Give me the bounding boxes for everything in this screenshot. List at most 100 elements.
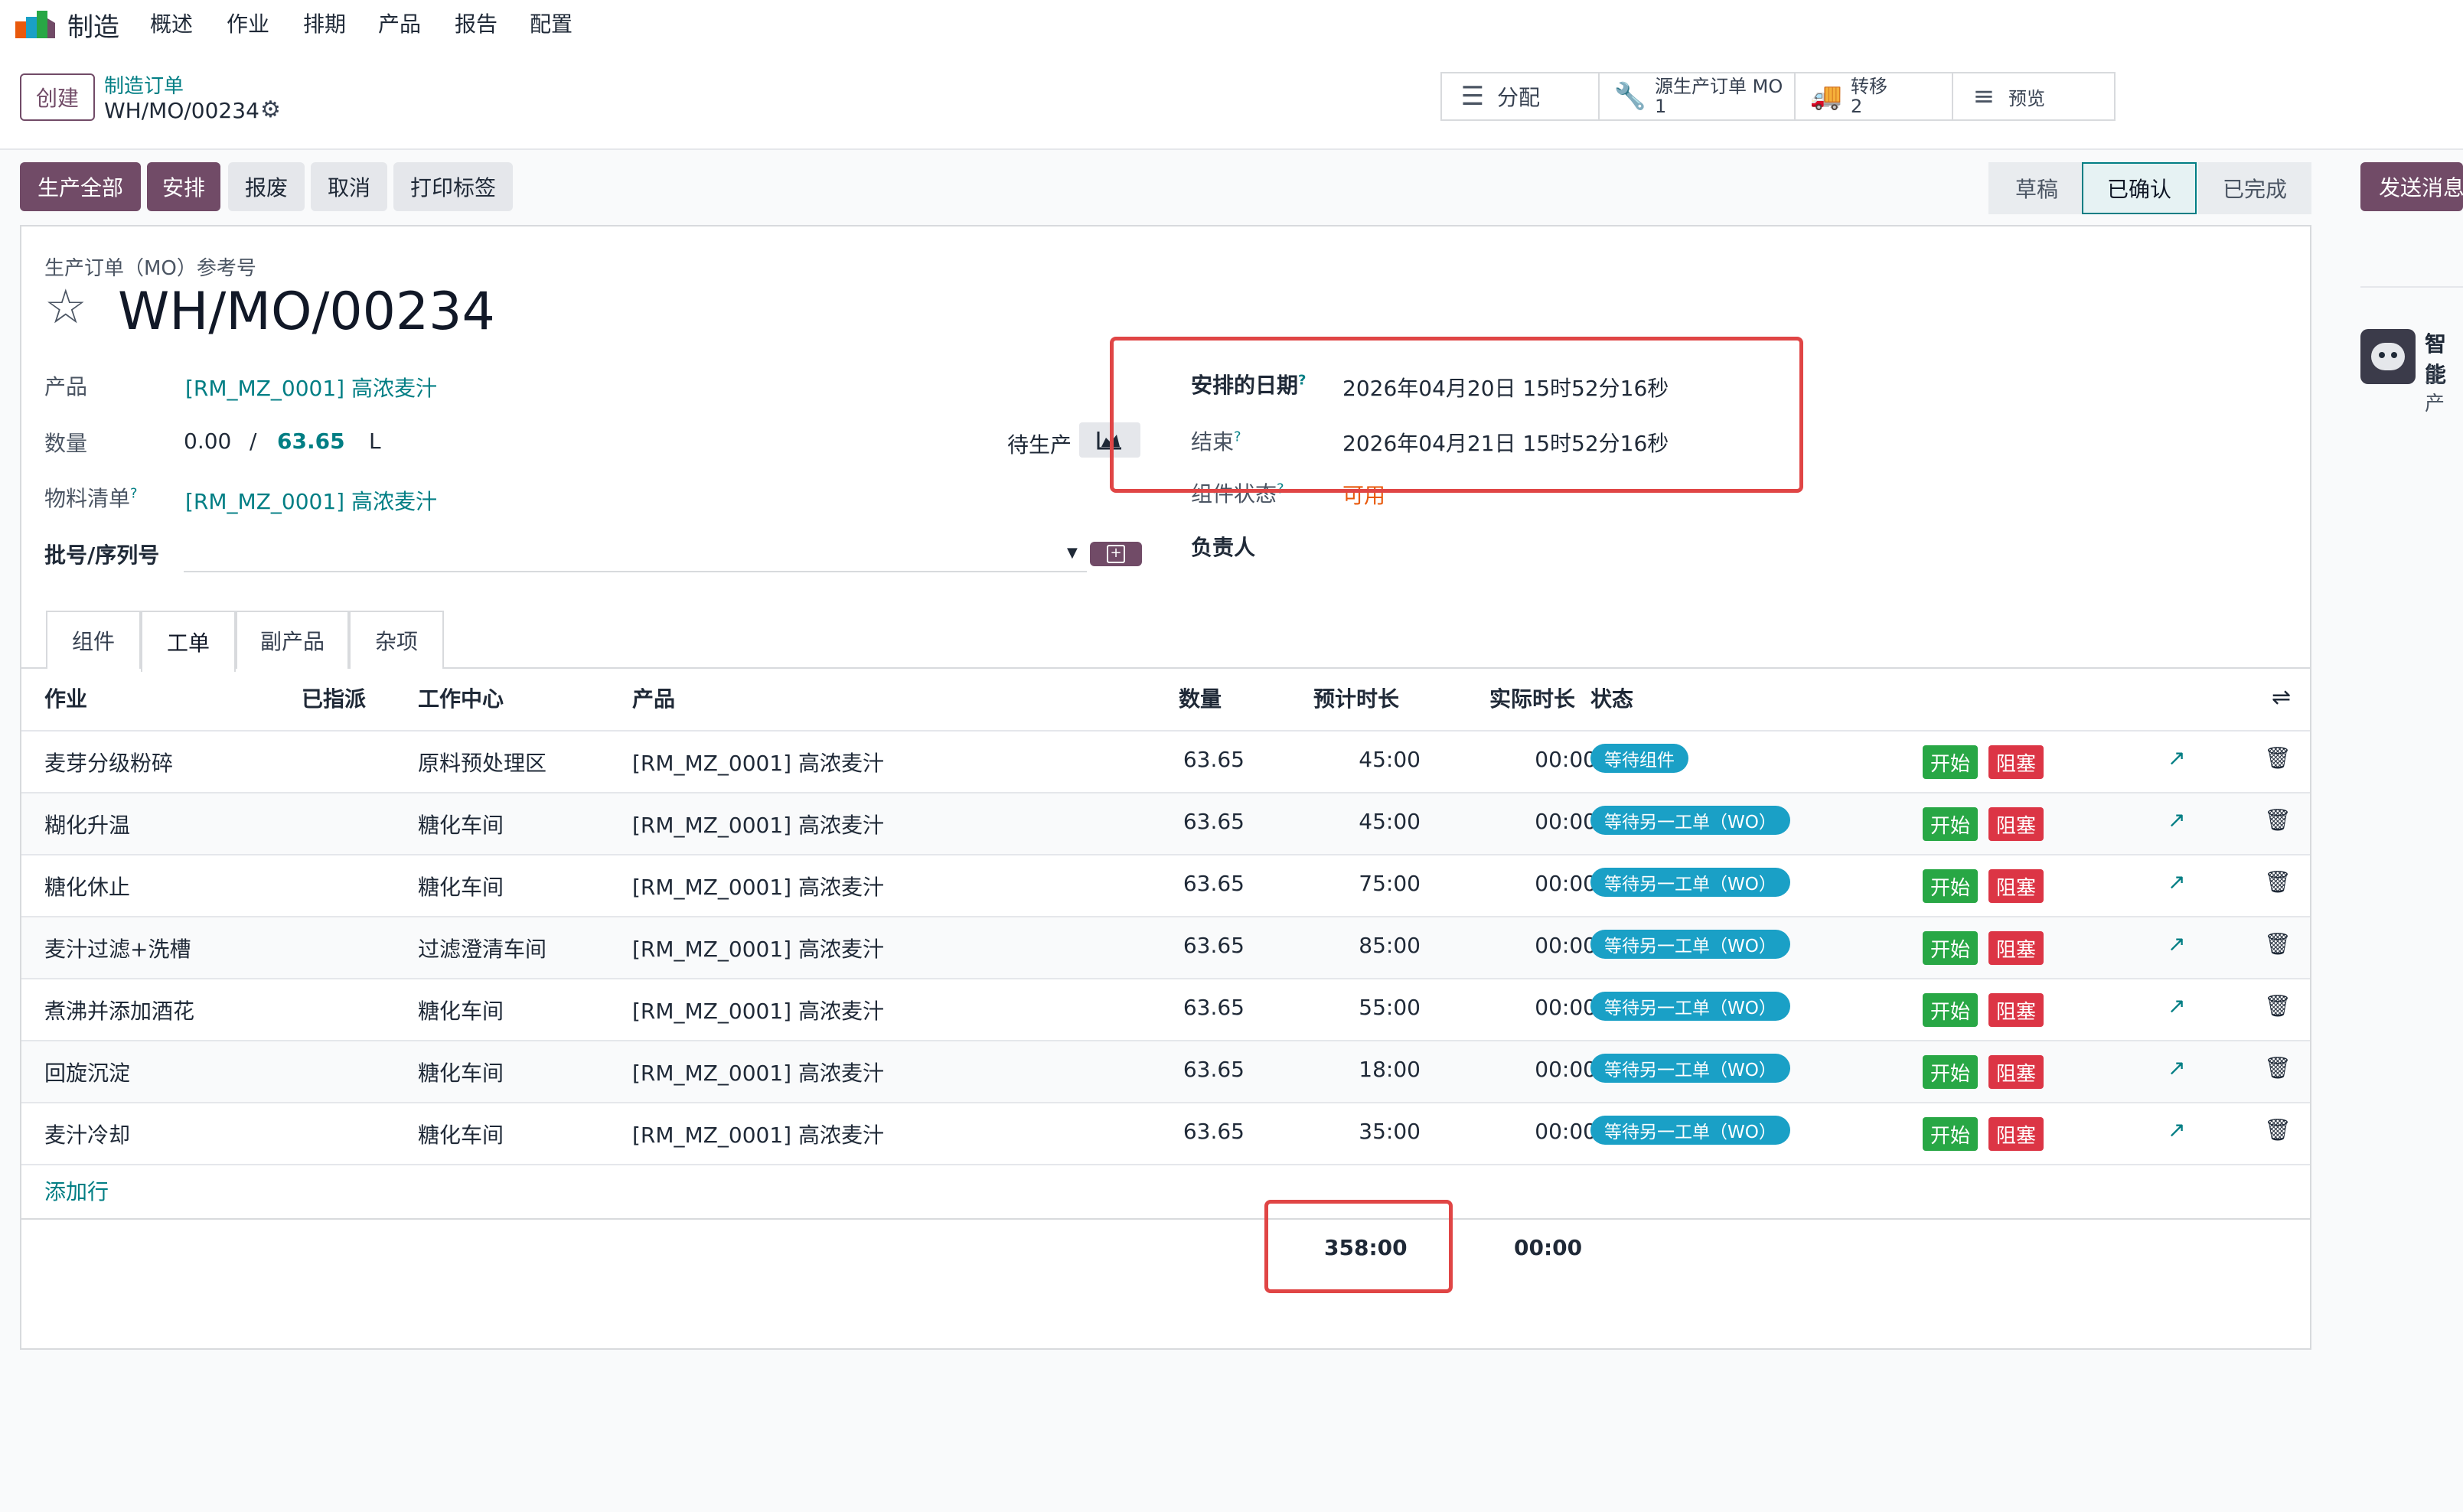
favorite-star-icon[interactable]: ☆	[44, 283, 87, 331]
expected-duration-cell: 85:00	[1359, 933, 1421, 958]
external-link-icon[interactable]: ↗	[2168, 993, 2185, 1018]
table-row[interactable]: 麦汁冷却 糖化车间 [RM_MZ_0001] 高浓麦汁 63.65 35:00 00:00…	[21, 1102, 2310, 1165]
menu-overview[interactable]: 概述	[150, 8, 193, 38]
trash-icon[interactable]: 🗑	[2264, 993, 2292, 1018]
table-row[interactable]: 麦汁过滤+洗槽 过滤澄清车间 [RM_MZ_0001] 高浓麦汁 63.65 85:00…	[21, 916, 2310, 979]
create-button[interactable]: 创建	[20, 73, 95, 121]
start-button[interactable]: 开始	[1923, 807, 1979, 841]
menu-planning[interactable]: 排期	[303, 8, 346, 38]
start-button[interactable]: 开始	[1923, 1055, 1979, 1089]
schedule-button[interactable]: 安排	[147, 162, 220, 211]
menu-operations[interactable]: 作业	[227, 8, 269, 38]
external-link-icon[interactable]: ↗	[2168, 807, 2185, 833]
status-badge: 等待另一工单（WO）	[1590, 806, 1790, 835]
status-badge: 等待另一工单（WO）	[1590, 930, 1790, 959]
avatar[interactable]	[2360, 329, 2416, 384]
smart-button-preview[interactable]: ≡ 预览	[1953, 73, 2114, 119]
smart-button-allocation[interactable]: ☰ 分配	[1442, 73, 1600, 119]
smart-button-source-mo[interactable]: 🔧 源生产订单 MO 1	[1600, 73, 1796, 119]
col-header-operation[interactable]: 作业	[44, 683, 87, 713]
external-link-icon[interactable]: ↗	[2168, 1055, 2185, 1080]
table-row[interactable]: 糖化休止 糖化车间 [RM_MZ_0001] 高浓麦汁 63.65 75:00 00:00…	[21, 854, 2310, 917]
menu-reporting[interactable]: 报告	[455, 8, 497, 38]
operation-cell: 麦汁过滤+洗槽	[44, 937, 191, 962]
add-lot-button[interactable]: +	[1090, 542, 1142, 566]
column-settings-icon[interactable]: ⇌	[2272, 684, 2291, 711]
total-real-duration: 00:00	[1514, 1235, 1583, 1260]
table-row[interactable]: 回旋沉淀 糖化车间 [RM_MZ_0001] 高浓麦汁 63.65 18:00 00:00…	[21, 1040, 2310, 1103]
product-link[interactable]: [RM_MZ_0001] 高浓麦汁	[185, 372, 437, 402]
trash-icon[interactable]: 🗑	[2264, 807, 2292, 833]
col-header-workcenter[interactable]: 工作中心	[418, 683, 504, 713]
stage-done[interactable]: 已完成	[2198, 162, 2311, 214]
block-button[interactable]: 阻塞	[1988, 1117, 2044, 1151]
trash-icon[interactable]: 🗑	[2264, 1117, 2292, 1142]
block-button[interactable]: 阻塞	[1988, 869, 2044, 903]
trash-icon[interactable]: 🗑	[2264, 931, 2292, 956]
lot-input[interactable]	[184, 571, 1087, 572]
app-logo-icon[interactable]	[15, 11, 55, 38]
col-header-real-duration[interactable]: 实际时长	[1489, 683, 1575, 713]
col-header-quantity[interactable]: 数量	[1179, 683, 1222, 713]
quantity-planned[interactable]: 63.65	[277, 429, 345, 454]
external-link-icon[interactable]: ↗	[2168, 869, 2185, 894]
start-button[interactable]: 开始	[1923, 869, 1979, 903]
start-button[interactable]: 开始	[1923, 1117, 1979, 1151]
block-button[interactable]: 阻塞	[1988, 745, 2044, 779]
add-line-link[interactable]: 添加行	[44, 1175, 109, 1206]
col-header-assigned[interactable]: 已指派	[302, 683, 366, 713]
trash-icon[interactable]: 🗑	[2264, 745, 2292, 771]
tab-work-orders[interactable]: 工单	[141, 611, 236, 672]
smart-button-label: 预览	[2008, 87, 2045, 109]
start-button[interactable]: 开始	[1923, 745, 1979, 779]
col-header-product[interactable]: 产品	[632, 683, 675, 713]
block-button[interactable]: 阻塞	[1988, 1055, 2044, 1089]
block-button[interactable]: 阻塞	[1988, 807, 2044, 841]
block-button[interactable]: 阻塞	[1988, 993, 2044, 1027]
print-labels-button[interactable]: 打印标签	[393, 162, 513, 211]
table-row[interactable]: 糊化升温 糖化车间 [RM_MZ_0001] 高浓麦汁 63.65 45:00 00:00…	[21, 792, 2310, 855]
tab-by-products[interactable]: 副产品	[236, 611, 349, 669]
block-button[interactable]: 阻塞	[1988, 931, 2044, 965]
stage-confirmed[interactable]: 已确认	[2082, 162, 2197, 214]
start-button[interactable]: 开始	[1923, 931, 1979, 965]
col-header-status[interactable]: 状态	[1590, 683, 1633, 713]
external-link-icon[interactable]: ↗	[2168, 931, 2185, 956]
start-button[interactable]: 开始	[1923, 993, 1979, 1027]
tab-components[interactable]: 组件	[46, 611, 141, 669]
bom-link[interactable]: [RM_MZ_0001] 高浓麦汁	[185, 485, 437, 516]
status-badge: 等待组件	[1590, 744, 1688, 773]
quantity-produced[interactable]: 0.00	[184, 429, 231, 454]
totals-divider	[21, 1218, 2310, 1220]
status-badge: 等待另一工单（WO）	[1590, 868, 1790, 897]
produce-all-button[interactable]: 生产全部	[20, 162, 141, 211]
external-link-icon[interactable]: ↗	[2168, 745, 2185, 771]
chevron-down-icon[interactable]: ▼	[1067, 545, 1078, 561]
menu-configuration[interactable]: 配置	[530, 8, 573, 38]
workcenter-cell: 糖化车间	[418, 1123, 504, 1148]
external-link-icon[interactable]: ↗	[2168, 1117, 2185, 1142]
quantity-cell: 63.65	[1183, 1057, 1245, 1082]
quantity-cell: 63.65	[1183, 809, 1245, 834]
send-message-button[interactable]: 发送消息	[2360, 162, 2463, 211]
operation-cell: 回旋沉淀	[44, 1061, 131, 1086]
stage-draft[interactable]: 草稿	[1988, 162, 2085, 214]
cancel-button[interactable]: 取消	[311, 162, 387, 211]
table-row[interactable]: 煮沸并添加酒花 糖化车间 [RM_MZ_0001] 高浓麦汁 63.65 55:00 00…	[21, 978, 2310, 1041]
record-title: WH/MO/00234	[118, 282, 495, 342]
scrap-button[interactable]: 报废	[228, 162, 305, 211]
app-name[interactable]: 制造	[67, 6, 119, 44]
real-duration-cell: 00:00	[1535, 1057, 1597, 1082]
breadcrumb-parent[interactable]: 制造订单	[104, 70, 184, 99]
trash-icon[interactable]: 🗑	[2264, 1055, 2292, 1080]
menu-products[interactable]: 产品	[378, 8, 421, 38]
smart-button-transfers[interactable]: 🚚 转移 2	[1796, 73, 1953, 119]
help-icon[interactable]: ?	[130, 486, 138, 502]
table-row[interactable]: 麦芽分级粉碎 原料预处理区 [RM_MZ_0001] 高浓麦汁 63.65 45:00 0…	[21, 730, 2310, 793]
trash-icon[interactable]: 🗑	[2264, 869, 2292, 894]
col-header-expected-duration[interactable]: 预计时长	[1313, 683, 1399, 713]
tab-miscellaneous[interactable]: 杂项	[349, 611, 444, 669]
expected-duration-cell: 55:00	[1359, 995, 1421, 1020]
gear-icon[interactable]: ⚙	[260, 96, 281, 123]
breadcrumb-current: WH/MO/00234	[104, 98, 259, 123]
